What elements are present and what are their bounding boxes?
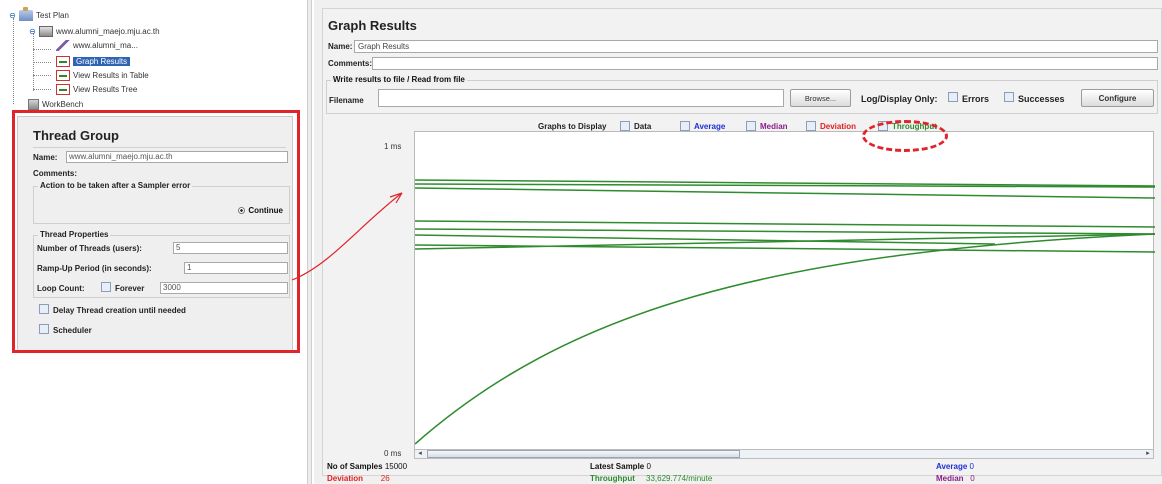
tree-item-sampler[interactable]: www.alumni_ma... [56, 38, 138, 52]
workbench-icon [28, 98, 39, 110]
scrollbar-thumb[interactable] [427, 450, 740, 458]
average-checkbox[interactable] [680, 121, 690, 131]
tree-item-label: www.alumni_ma... [73, 40, 138, 50]
stat-label: Average [936, 462, 968, 471]
tree-connector [33, 75, 51, 76]
collapse-toggle-icon[interactable]: ⊖ [28, 27, 37, 36]
listener-icon [56, 69, 70, 81]
median-toggle[interactable]: Median [746, 121, 788, 131]
stat-value: 15000 [384, 462, 408, 471]
tree-item-test-plan[interactable]: ⊖ Test Plan [8, 6, 69, 22]
tree-item-workbench[interactable]: WorkBench [28, 97, 83, 111]
stat-value: 26 [380, 474, 390, 483]
tree-item-view-results-tree[interactable]: View Results Tree [56, 82, 137, 96]
data-toggle[interactable]: Data [620, 121, 651, 131]
comments-label: Comments: [328, 59, 373, 68]
tree-item-graph-results[interactable]: Graph Results [56, 54, 131, 68]
graph-line [415, 228, 1155, 235]
test-plan-icon [19, 6, 33, 21]
tree-connector [33, 49, 51, 50]
scroll-left-icon[interactable]: ◂ [415, 450, 425, 458]
median-label: Median [760, 121, 788, 131]
deviation-stat: Deviation 26 [327, 474, 390, 483]
graph-line [415, 220, 1155, 228]
stat-value: 0 [646, 462, 651, 471]
tree-item-label: WorkBench [42, 99, 84, 109]
http-sampler-icon [56, 39, 70, 51]
errors-label: Errors [962, 94, 990, 104]
tree-item-label: View Results in Table [73, 70, 149, 80]
y-axis-top-label: 1 ms [384, 142, 402, 151]
stat-label: Median [936, 474, 964, 483]
data-checkbox[interactable] [620, 121, 630, 131]
errors-checkbox[interactable] [948, 92, 958, 102]
samples-stat: No of Samples 15000 [327, 462, 407, 471]
throughput-highlight-ellipse [862, 120, 948, 152]
graph-line [415, 233, 1155, 445]
listener-icon [56, 83, 70, 95]
tree-item-label: Test Plan [36, 10, 69, 20]
browse-button[interactable]: Browse... [790, 89, 851, 107]
median-stat: Median 0 [936, 474, 975, 483]
group-title: Write results to file / Read from file [331, 75, 467, 84]
comments-input[interactable] [372, 57, 1158, 70]
graph-results-panel: Graph Results Name: Graph Results Commen… [314, 0, 1162, 484]
stat-label: Latest Sample [590, 462, 645, 471]
test-plan-tree: ⊖ Test Plan ⊖ www.alumni_maejo.mju.ac.th… [0, 0, 307, 117]
scroll-right-icon[interactable]: ▸ [1143, 450, 1153, 458]
name-label: Name: [328, 42, 353, 51]
graph-line [415, 187, 1155, 199]
average-toggle[interactable]: Average [680, 121, 725, 131]
median-checkbox[interactable] [746, 121, 756, 131]
stat-label: No of Samples [327, 462, 383, 471]
throughput-stat: Throughput 33,629.774/minute [590, 474, 712, 483]
successes-label: Successes [1018, 94, 1065, 104]
filename-label: Filename [329, 96, 364, 105]
latest-sample-stat: Latest Sample 0 [590, 462, 651, 471]
collapse-toggle-icon[interactable]: ⊖ [8, 11, 17, 20]
tree-connector [13, 18, 14, 104]
tree-connector [33, 89, 51, 90]
split-pane-divider[interactable] [307, 0, 312, 484]
panel-title: Graph Results [328, 18, 417, 33]
stat-label: Throughput [590, 474, 635, 483]
stat-value: 0 [970, 474, 975, 483]
tree-connector [33, 62, 51, 63]
deviation-checkbox[interactable] [806, 121, 816, 131]
successes-checkbox[interactable] [1004, 92, 1014, 102]
stat-value: 33,629.774/minute [646, 474, 713, 483]
data-label: Data [634, 121, 652, 131]
tree-item-thread-group[interactable]: ⊖ www.alumni_maejo.mju.ac.th [28, 24, 160, 38]
tree-item-view-results-table[interactable]: View Results in Table [56, 68, 149, 82]
stat-value: 0 [969, 462, 974, 471]
average-stat: Average 0 [936, 462, 974, 471]
tree-item-label: Graph Results [73, 56, 131, 66]
configure-button[interactable]: Configure [1081, 89, 1154, 107]
logdisplay-label: Log/Display Only: [861, 94, 938, 104]
y-axis-bottom-label: 0 ms [384, 449, 402, 458]
deviation-label: Deviation [820, 121, 857, 131]
average-label: Average [694, 121, 726, 131]
highlight-frame [12, 110, 300, 353]
tree-item-label: View Results Tree [73, 84, 138, 94]
thread-group-icon [39, 25, 53, 37]
graph-plot-area [414, 131, 1155, 451]
listener-icon [56, 55, 70, 67]
graph-lines [415, 179, 1155, 445]
graph-name-input[interactable]: Graph Results [354, 40, 1158, 53]
stat-label: Deviation [327, 474, 364, 483]
horizontal-scrollbar[interactable]: ◂ ▸ [414, 449, 1154, 459]
tree-item-label: www.alumni_maejo.mju.ac.th [56, 26, 160, 36]
graphs-to-display-label: Graphs to Display [538, 122, 607, 131]
deviation-toggle[interactable]: Deviation [806, 121, 856, 131]
filename-input[interactable] [378, 89, 784, 107]
